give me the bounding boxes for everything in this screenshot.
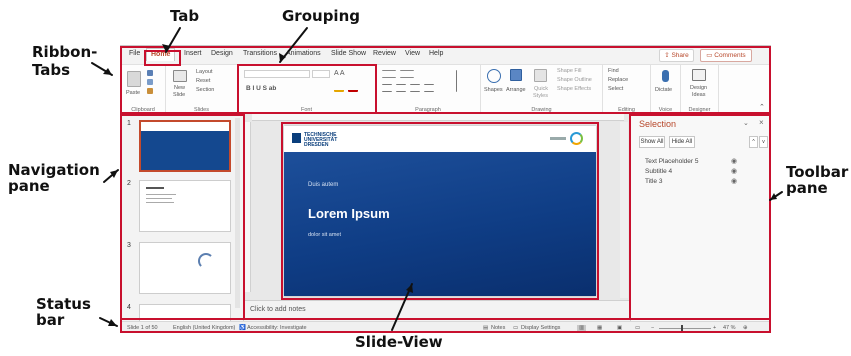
annotation-toolbar-2: pane xyxy=(786,179,828,197)
annotated-screenshot: File Home Insert Design Transitions Anim… xyxy=(0,0,851,356)
status-bar-highlight-box xyxy=(120,318,771,333)
annotation-grouping: Grouping xyxy=(282,7,360,25)
horizontal-ruler xyxy=(252,114,624,121)
notes-placeholder[interactable]: Click to add notes xyxy=(250,306,306,313)
group-highlight-box xyxy=(237,64,377,114)
slide-view-highlight-box xyxy=(281,122,599,300)
navigation-arrowhead xyxy=(110,170,118,178)
status-arrowhead xyxy=(108,319,117,326)
slide-scrollbar[interactable] xyxy=(620,122,628,298)
toolbar-arrowhead xyxy=(770,193,777,200)
annotation-ribbon-tabs-2: Tabs xyxy=(32,61,71,79)
ribbon-highlight-box xyxy=(120,46,771,114)
annotation-status-2: bar xyxy=(36,311,65,329)
annotation-navigation-1: Navigation xyxy=(8,161,100,179)
navigation-arrow xyxy=(103,169,119,183)
toolbar-pane-highlight-box xyxy=(629,114,771,320)
navigation-highlight-box xyxy=(120,114,245,320)
vertical-ruler xyxy=(244,122,251,292)
annotation-tab: Tab xyxy=(170,7,200,25)
annotation-toolbar-1: Toolbar xyxy=(786,163,849,181)
tab-highlight-box xyxy=(144,50,181,66)
status-arrow xyxy=(99,317,118,327)
annotation-status-1: Status xyxy=(36,295,91,313)
ribbon-tabs-arrow xyxy=(91,62,113,76)
annotation-ribbon-tabs-1: Ribbon- xyxy=(32,43,98,61)
ribbon-tabs-arrowhead xyxy=(103,68,112,75)
toolbar-arrow xyxy=(769,191,783,201)
annotation-navigation-2: pane xyxy=(8,177,50,195)
annotation-slide-view: Slide-View xyxy=(355,333,443,351)
